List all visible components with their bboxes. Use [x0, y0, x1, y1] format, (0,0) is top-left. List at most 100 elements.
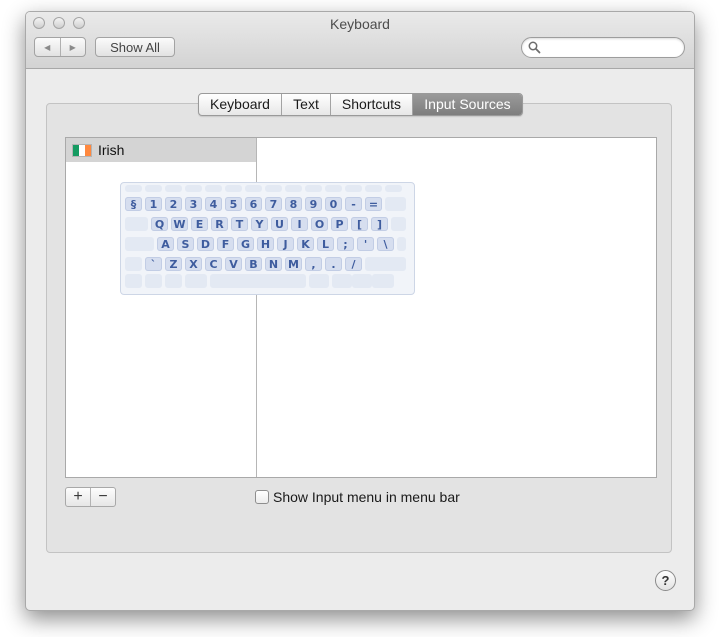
- blank-keycap: [210, 274, 306, 288]
- input-sources-panel: Irish § 1 2 3 4 5 6 7 8 9 0- = Q W E R T Y U I O P[] A S D F G H J K L…: [65, 137, 657, 478]
- keyboard-layout-preview: § 1 2 3 4 5 6 7 8 9 0- = Q W E R T Y U I O P[] A S D F G H J K L; ' \ ` Z X…: [120, 182, 415, 295]
- function-key-blank: [345, 185, 362, 192]
- keycap: X: [185, 257, 202, 271]
- keycap: C: [205, 257, 222, 271]
- keycap: D: [197, 237, 214, 251]
- keycap: §: [125, 197, 142, 211]
- keycap: \: [377, 237, 394, 251]
- keycap: 2: [165, 197, 182, 211]
- search-input[interactable]: [544, 39, 682, 57]
- function-key-blank: [225, 185, 242, 192]
- function-key-blank: [325, 185, 342, 192]
- keycap: F: [217, 237, 234, 251]
- blank-keycap: [145, 274, 162, 288]
- blank-keycap: [125, 274, 142, 288]
- preference-tabs: Keyboard Text Shortcuts Input Sources: [198, 93, 523, 116]
- keycap: 5: [225, 197, 242, 211]
- blank-keycap: [397, 237, 406, 251]
- blank-keycap: [365, 257, 406, 271]
- search-field[interactable]: [521, 37, 685, 58]
- keycap: V: [225, 257, 242, 271]
- keycap: W: [171, 217, 188, 231]
- keyboard-preferences-window: Keyboard ◀ ▶ Show All Keyboard Text Shor…: [25, 11, 695, 611]
- keycap: 6: [245, 197, 262, 211]
- keycap: .: [325, 257, 342, 271]
- keycap: 7: [265, 197, 282, 211]
- irish-flag-icon: [72, 143, 92, 157]
- keycap: P: [331, 217, 348, 231]
- keycap: ,: [305, 257, 322, 271]
- show-all-button[interactable]: Show All: [95, 37, 175, 57]
- keycap: /: [345, 257, 362, 271]
- keycap: J: [277, 237, 294, 251]
- keycap: R: [211, 217, 228, 231]
- keycap: -: [345, 197, 362, 211]
- help-button[interactable]: ?: [655, 570, 676, 591]
- keycap: T: [231, 217, 248, 231]
- tab-keyboard[interactable]: Keyboard: [199, 94, 281, 115]
- keycap: I: [291, 217, 308, 231]
- blank-keycap: [125, 257, 142, 271]
- function-key-blank: [265, 185, 282, 192]
- show-input-menu-option[interactable]: Show Input menu in menu bar: [255, 489, 460, 505]
- keycap: U: [271, 217, 288, 231]
- blank-keycap: [372, 274, 394, 288]
- list-item-irish[interactable]: Irish: [66, 138, 256, 162]
- function-key-blank: [385, 185, 402, 192]
- input-source-label: Irish: [98, 142, 125, 158]
- keycap: 4: [205, 197, 222, 211]
- tab-shortcuts[interactable]: Shortcuts: [330, 94, 412, 115]
- keycap: 9: [305, 197, 322, 211]
- blank-keycap: [352, 274, 372, 288]
- window-title: Keyboard: [330, 16, 390, 32]
- keycap: E: [191, 217, 208, 231]
- keycap: N: [265, 257, 282, 271]
- add-input-source-button[interactable]: +: [66, 488, 90, 506]
- blank-keycap: [309, 274, 329, 288]
- keycap: K: [297, 237, 314, 251]
- search-icon: [528, 41, 541, 54]
- keycap: `: [145, 257, 162, 271]
- add-remove-control: + −: [65, 487, 116, 507]
- keycap: Y: [251, 217, 268, 231]
- function-key-blank: [245, 185, 262, 192]
- blank-keycap: [125, 237, 154, 251]
- flag-stripe: [85, 144, 91, 156]
- keycap: [: [351, 217, 368, 231]
- function-key-blank: [285, 185, 302, 192]
- blank-keycap: [391, 217, 406, 231]
- function-key-blank: [205, 185, 222, 192]
- keycap: M: [285, 257, 302, 271]
- tab-text[interactable]: Text: [281, 94, 330, 115]
- keycap: H: [257, 237, 274, 251]
- keycap: ': [357, 237, 374, 251]
- keycap: B: [245, 257, 262, 271]
- keycap: ;: [337, 237, 354, 251]
- function-key-blank: [165, 185, 182, 192]
- keycap: O: [311, 217, 328, 231]
- blank-keycap: [165, 274, 182, 288]
- keycap: G: [237, 237, 254, 251]
- show-input-menu-checkbox[interactable]: [255, 490, 269, 504]
- keycap: ]: [371, 217, 388, 231]
- keycap: 8: [285, 197, 302, 211]
- keycap: Q: [151, 217, 168, 231]
- tab-input-sources[interactable]: Input Sources: [412, 94, 522, 115]
- blank-keycap: [125, 217, 148, 231]
- blank-keycap: [185, 274, 207, 288]
- function-key-blank: [365, 185, 382, 192]
- back-forward-control: ◀ ▶: [34, 37, 86, 57]
- keycap: L: [317, 237, 334, 251]
- forward-arrow-icon[interactable]: ▶: [59, 38, 86, 56]
- keycap: 0: [325, 197, 342, 211]
- keycap: S: [177, 237, 194, 251]
- keycap: A: [157, 237, 174, 251]
- function-key-blank: [125, 185, 142, 192]
- blank-keycap: [332, 274, 352, 288]
- remove-input-source-button[interactable]: −: [90, 488, 115, 506]
- title-bar: Keyboard ◀ ▶ Show All: [26, 12, 694, 69]
- back-arrow-icon[interactable]: ◀: [35, 38, 60, 56]
- keycap: =: [365, 197, 382, 211]
- keycap: 3: [185, 197, 202, 211]
- blank-keycap: [385, 197, 406, 211]
